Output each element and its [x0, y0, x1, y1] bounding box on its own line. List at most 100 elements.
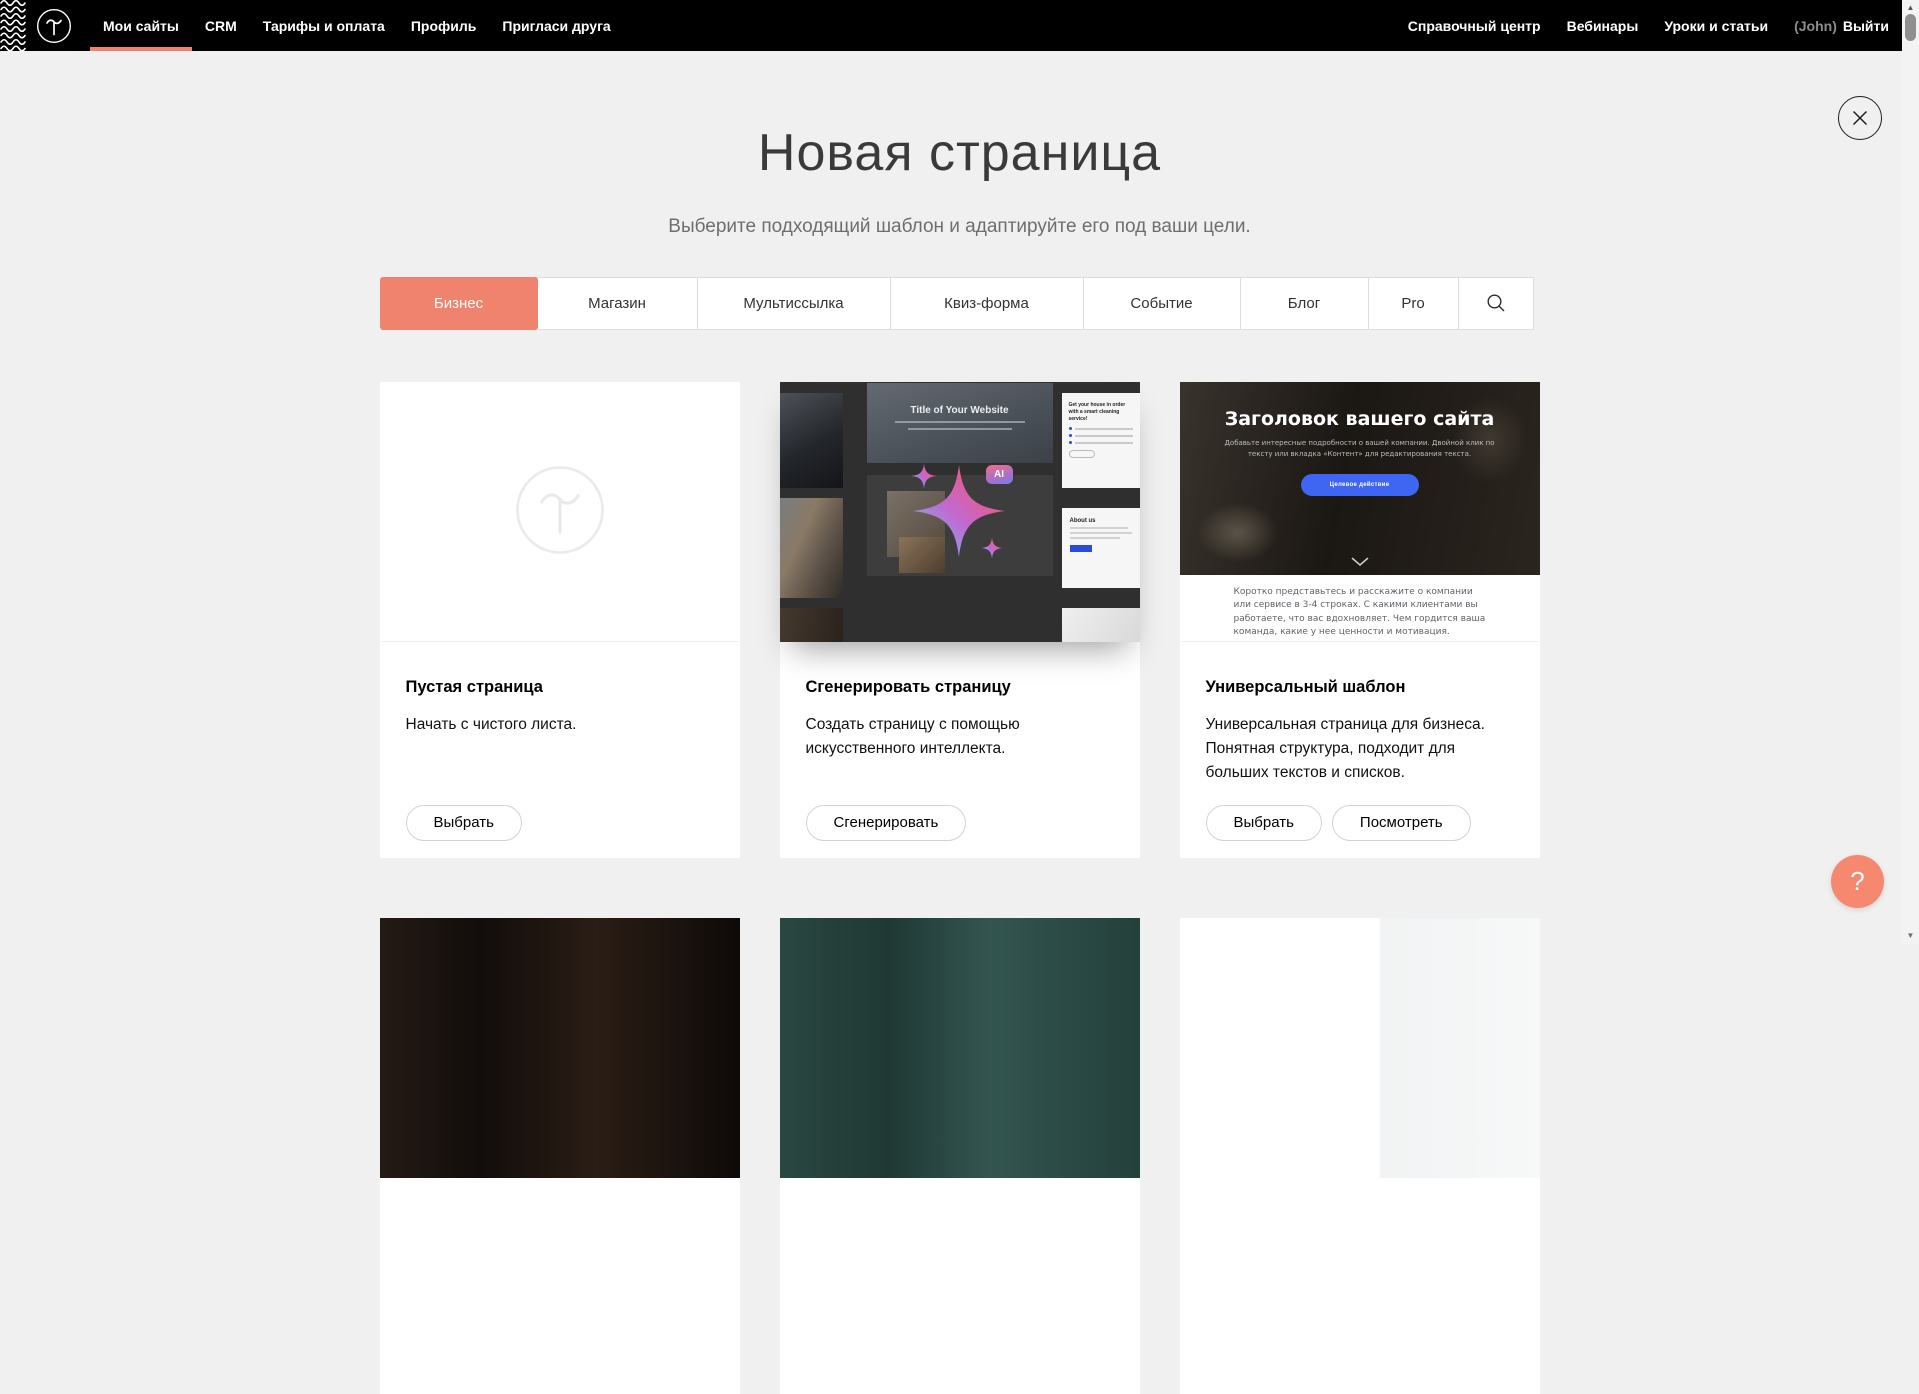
logout-link[interactable]: Выйти	[1843, 18, 1889, 34]
nav-label: Мои сайты	[103, 18, 179, 34]
user-name: (John)	[1794, 18, 1837, 34]
tab-label: Бизнес	[434, 295, 483, 312]
tab-blog[interactable]: Блог	[1240, 277, 1369, 330]
collage-about-tile: About us	[1062, 508, 1140, 588]
card-universal-template[interactable]: Заголовок вашего сайта Добавьте интересн…	[1180, 382, 1540, 858]
nav-label: CRM	[205, 18, 237, 34]
card-next-row[interactable]	[780, 918, 1140, 1394]
preview-hero-title: Заголовок вашего сайта	[1180, 408, 1540, 430]
tab-label: Квиз-форма	[944, 295, 1029, 312]
scroll-down-arrow-icon[interactable]: ▼	[1902, 928, 1919, 942]
blank-page-preview	[380, 382, 740, 642]
tab-search[interactable]	[1458, 277, 1534, 330]
tab-label: Мультиссылка	[743, 295, 843, 312]
text-line	[1075, 428, 1133, 430]
search-icon	[1486, 293, 1506, 313]
text-line	[1070, 527, 1128, 529]
collage-hero-title: Title of Your Website	[910, 405, 1008, 416]
ai-preview-collage: Title of Your Website Get your house in …	[780, 382, 1140, 642]
nav-tariffs[interactable]: Тарифы и оплата	[250, 0, 398, 51]
template-category-tabs: Бизнес Магазин Мультиссылка Квиз-форма С…	[380, 277, 1540, 330]
tilda-watermark-icon	[513, 463, 607, 557]
collage-photo-tile	[1062, 608, 1140, 642]
card-description: Создать страницу с помощью искусственног…	[806, 713, 1112, 761]
collage-hero-tile: Title of Your Website	[867, 383, 1053, 463]
collage-photo-tile	[780, 498, 843, 598]
text-line	[895, 421, 1025, 423]
card-title: Универсальный шаблон	[1206, 678, 1512, 697]
tab-multilink[interactable]: Мультиссылка	[697, 277, 891, 330]
preview-hero: Заголовок вашего сайта Добавьте интересн…	[1180, 382, 1540, 575]
user-area: (John) Выйти	[1781, 0, 1889, 51]
nav-profile[interactable]: Профиль	[398, 0, 490, 51]
top-bar: Мои сайты CRM Тарифы и оплата Профиль Пр…	[0, 0, 1919, 51]
card-next-row[interactable]	[380, 918, 740, 1394]
card-title: Пустая страница	[406, 678, 712, 697]
preview-body-text: Коротко представьтесь и расскажите о ком…	[1234, 586, 1486, 640]
close-button[interactable]	[1838, 96, 1882, 140]
template-preview	[1180, 918, 1540, 1178]
text-line	[1070, 537, 1120, 539]
collage-cleaning-tile: Get your house in order with a smart cle…	[1062, 393, 1140, 488]
bullet-icon	[1069, 441, 1072, 444]
nav-my-sites[interactable]: Мои сайты	[90, 0, 192, 51]
card-body: Универсальный шаблон Универсальная стран…	[1180, 642, 1540, 858]
card-ai-generate[interactable]: Title of Your Website Get your house in …	[780, 382, 1140, 858]
card-description: Универсальная страница для бизнеса. Поня…	[1206, 713, 1512, 785]
nav-help-center[interactable]: Справочный центр	[1395, 0, 1554, 51]
nav-webinars[interactable]: Вебинары	[1554, 0, 1652, 51]
preview-text-section: Коротко представьтесь и расскажите о ком…	[1180, 575, 1540, 642]
tab-label: Магазин	[588, 295, 646, 312]
mini-button	[1070, 545, 1092, 552]
card-body: Пустая страница Начать с чистого листа. …	[380, 642, 740, 858]
nav-lessons[interactable]: Уроки и статьи	[1651, 0, 1781, 51]
card-blank-page[interactable]: Пустая страница Начать с чистого листа. …	[380, 382, 740, 858]
nav-label: Тарифы и оплата	[263, 18, 385, 34]
main-nav: Мои сайты CRM Тарифы и оплата Профиль Пр…	[90, 0, 624, 51]
page-title: Новая страница	[0, 127, 1919, 179]
choose-button[interactable]: Выбрать	[1206, 805, 1322, 841]
tab-quiz-form[interactable]: Квиз-форма	[890, 277, 1084, 330]
card-title: Сгенерировать страницу	[806, 678, 1112, 697]
card-description: Начать с чистого листа.	[406, 713, 712, 737]
generate-button[interactable]: Сгенерировать	[806, 805, 967, 841]
collage-about-title: About us	[1070, 518, 1132, 524]
collage-photo-tile	[780, 608, 843, 642]
tab-label: Pro	[1401, 295, 1424, 312]
view-button[interactable]: Посмотреть	[1332, 805, 1471, 841]
choose-button[interactable]: Выбрать	[406, 805, 522, 841]
tab-business[interactable]: Бизнес	[380, 277, 538, 330]
tilda-logo-icon[interactable]	[36, 8, 72, 44]
nav-label: Уроки и статьи	[1664, 18, 1768, 34]
bullet-icon	[1069, 434, 1072, 437]
vertical-scrollbar[interactable]: ▲ ▼	[1902, 0, 1919, 944]
collage-photo-tile	[780, 393, 843, 488]
collage-photo-tile	[867, 618, 1053, 642]
tab-label: Событие	[1130, 295, 1192, 312]
template-preview	[380, 918, 740, 1178]
tab-label: Блог	[1288, 295, 1320, 312]
nav-crm[interactable]: CRM	[192, 0, 250, 51]
page-subtitle: Выберите подходящий шаблон и адаптируйте…	[0, 215, 1919, 240]
template-grid: Пустая страница Начать с чистого листа. …	[380, 382, 1540, 1394]
help-button[interactable]: ?	[1831, 855, 1884, 908]
scroll-up-arrow-icon[interactable]: ▲	[1902, 0, 1919, 14]
preview-hero-subtitle: Добавьте интересные подробности о вашей …	[1224, 438, 1496, 461]
nav-label: Вебинары	[1567, 18, 1639, 34]
text-line	[1075, 435, 1133, 437]
card-next-row[interactable]	[1180, 918, 1540, 1394]
tab-event[interactable]: Событие	[1083, 277, 1241, 330]
tab-pro[interactable]: Pro	[1368, 277, 1459, 330]
universal-template-preview: Заголовок вашего сайта Добавьте интересн…	[1180, 382, 1540, 642]
nav-label: Пригласи друга	[502, 18, 610, 34]
nav-invite-friend[interactable]: Пригласи друга	[489, 0, 623, 51]
template-preview	[780, 918, 1140, 1178]
zigzag-pattern-icon	[0, 0, 26, 51]
scrollbar-thumb[interactable]	[1905, 14, 1916, 41]
tab-shop[interactable]: Магазин	[537, 277, 698, 330]
ai-sparkle-small-icon	[981, 537, 1003, 559]
collage-cleaning-title: Get your house in order with a smart cle…	[1069, 402, 1133, 424]
chevron-down-icon	[1351, 557, 1369, 566]
secondary-nav: Справочный центр Вебинары Уроки и статьи…	[1395, 0, 1919, 51]
ai-badge: AI	[986, 465, 1013, 484]
